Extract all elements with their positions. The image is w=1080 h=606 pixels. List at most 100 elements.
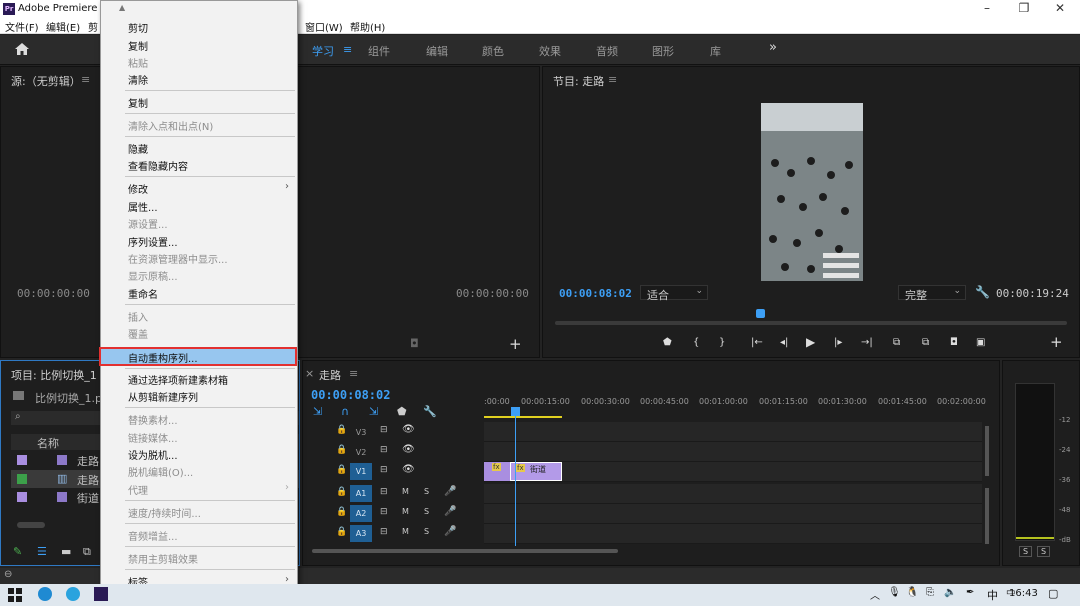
program-panel-menu-icon[interactable]: ≡	[608, 73, 617, 86]
menu-item-auto-reframe[interactable]: 自动重构序列...	[128, 350, 198, 365]
restore-button[interactable]: ❐	[1012, 1, 1036, 15]
project-horizontal-scrollbar[interactable]	[17, 522, 45, 528]
add-marker-icon[interactable]: ⬟	[397, 405, 407, 418]
menu-item-clear[interactable]: 清除	[128, 72, 148, 87]
menu-item-view-hidden[interactable]: 查看隐藏内容	[128, 158, 188, 173]
pen-tray-icon[interactable]: ✒	[966, 587, 974, 598]
extract-icon[interactable]: ⧉	[922, 337, 929, 348]
menu-item-overwrite[interactable]: 覆盖	[128, 326, 148, 341]
workspace-learn[interactable]: 学习	[312, 43, 334, 59]
track-label[interactable]: A2	[350, 505, 372, 522]
track-lane-a2[interactable]	[484, 504, 982, 524]
track-lane-a1[interactable]	[484, 484, 982, 504]
work-area-bar[interactable]	[484, 416, 562, 418]
track-label[interactable]: V1	[350, 463, 372, 480]
minimize-button[interactable]: –	[975, 1, 999, 15]
menu-item-source-settings[interactable]: 源设置...	[128, 216, 168, 231]
qq-tray-icon[interactable]: 🐧	[906, 587, 918, 598]
menu-item-disable-master-clip-effects[interactable]: 禁用主剪辑效果	[128, 551, 198, 566]
sync-lock-icon[interactable]: ⊟	[380, 507, 388, 517]
play-icon[interactable]: ▶	[806, 335, 815, 349]
add-marker-icon[interactable]: ⬟	[663, 337, 672, 348]
menu-item-duplicate[interactable]: 复制	[128, 95, 148, 110]
menu-edit[interactable]: 编辑(E)	[46, 19, 80, 34]
edge-browser-icon[interactable]	[66, 587, 80, 601]
menu-item-auto-reframe-highlight[interactable]: 自动重构序列...	[99, 347, 297, 366]
menu-item-properties[interactable]: 属性...	[128, 199, 158, 214]
close-button[interactable]: ✕	[1048, 1, 1072, 15]
menu-item-replace-footage[interactable]: 替换素材...	[128, 412, 178, 427]
timeline-vertical-scroll-video[interactable]	[985, 426, 989, 476]
freeform-view-icon[interactable]: ⧉	[83, 545, 91, 559]
list-view-icon[interactable]: ☰	[37, 545, 47, 558]
more-workspaces-button[interactable]: »	[769, 40, 777, 55]
timeline-timecode[interactable]: 00:00:08:02	[311, 388, 390, 402]
sync-lock-icon[interactable]: ⊟	[380, 465, 388, 475]
scroll-up-icon[interactable]: ▲	[119, 3, 125, 12]
menu-item-sequence-settings[interactable]: 序列设置...	[128, 234, 178, 249]
taskbar-clock[interactable]: 16:43	[1009, 588, 1038, 599]
menu-item-rename[interactable]: 重命名	[128, 286, 158, 301]
microphone-tray-icon[interactable]: 🎙	[888, 587, 901, 598]
track-label[interactable]: A3	[350, 525, 372, 542]
linked-selection-icon[interactable]: ⇲	[369, 405, 378, 418]
timeline-clip[interactable]: fx	[484, 462, 510, 481]
lock-icon[interactable]: 🔒	[336, 527, 347, 537]
eye-icon[interactable]: 👁	[402, 444, 415, 455]
timeline-settings-wrench-icon[interactable]: 🔧	[423, 405, 437, 418]
sync-lock-icon[interactable]: ⊟	[380, 425, 388, 435]
lock-icon[interactable]: 🔒	[336, 425, 347, 435]
lock-icon[interactable]: 🔒	[336, 507, 347, 517]
workspace-libraries[interactable]: 库	[710, 43, 721, 59]
mark-out-icon[interactable]: }	[719, 337, 725, 348]
workspace-assembly[interactable]: 组件	[368, 43, 390, 59]
lock-icon[interactable]: 🔒	[336, 445, 347, 455]
step-back-icon[interactable]: ◂|	[780, 337, 788, 348]
menu-window[interactable]: 窗口(W)	[305, 19, 343, 34]
solo-button[interactable]: S	[424, 507, 429, 516]
menu-item-proxy[interactable]: 代理	[128, 482, 148, 497]
timeline-clip[interactable]: fx 街道	[510, 462, 562, 481]
menu-item-audio-gain[interactable]: 音频增益...	[128, 528, 178, 543]
timeline-close-icon[interactable]: ×	[305, 367, 314, 380]
sync-lock-icon[interactable]: ⊟	[380, 527, 388, 537]
menu-item-hide[interactable]: 隐藏	[128, 141, 148, 156]
workspace-editing[interactable]: 编辑	[426, 43, 448, 59]
menu-clip[interactable]: 剪	[88, 19, 98, 34]
compare-view-icon[interactable]: ▣	[976, 337, 985, 348]
meter-solo-button[interactable]: S	[1019, 546, 1033, 557]
lock-icon[interactable]: 🔒	[336, 465, 347, 475]
menu-item-clear-in-out[interactable]: 清除入点和出点(N)	[128, 118, 213, 133]
menu-item-copy[interactable]: 复制	[128, 38, 148, 53]
sync-lock-icon[interactable]: ⊟	[380, 487, 388, 497]
menu-item-speed-duration[interactable]: 速度/持续时间...	[128, 505, 201, 520]
network-tray-icon[interactable]: ⎘	[926, 587, 934, 598]
go-to-out-icon[interactable]: →|	[861, 337, 873, 348]
track-lane-v1[interactable]: fx fx 街道	[484, 462, 982, 482]
sync-lock-icon[interactable]: ⊟	[380, 445, 388, 455]
menu-item-link-media[interactable]: 链接媒体...	[128, 430, 178, 445]
timeline-menu-icon[interactable]: ≡	[349, 367, 358, 380]
edge-browser-icon[interactable]	[38, 587, 52, 601]
program-current-timecode[interactable]: 00:00:08:02	[559, 287, 632, 300]
home-icon[interactable]	[14, 42, 30, 56]
timeline-horizontal-scrollbar[interactable]	[312, 549, 618, 553]
workspace-menu-icon[interactable]: ≡	[343, 43, 352, 56]
workspace-color[interactable]: 颜色	[482, 43, 504, 59]
track-label[interactable]: A1	[350, 485, 372, 502]
windows-start-icon[interactable]	[8, 588, 22, 602]
workspace-graphics[interactable]: 图形	[652, 43, 674, 59]
track-label[interactable]: V3	[350, 424, 372, 441]
menu-item-show-original[interactable]: 显示原稿...	[128, 268, 178, 283]
program-scrub-bar[interactable]	[555, 321, 1067, 325]
system-tray-chevron-icon[interactable]: ︿	[870, 587, 880, 602]
mute-button[interactable]: M	[402, 527, 409, 536]
microphone-icon[interactable]: 🎤	[444, 506, 456, 517]
menu-item-cut[interactable]: 剪切	[128, 20, 148, 35]
eye-icon[interactable]: 👁	[402, 464, 415, 475]
eye-icon[interactable]: 👁	[402, 424, 415, 435]
mark-in-icon[interactable]: {	[693, 337, 699, 348]
quality-dropdown[interactable]: 完整 ⌄	[898, 285, 966, 302]
wrench-settings-icon[interactable]: 🔧	[975, 285, 990, 299]
menu-item-paste[interactable]: 粘贴	[128, 55, 148, 70]
